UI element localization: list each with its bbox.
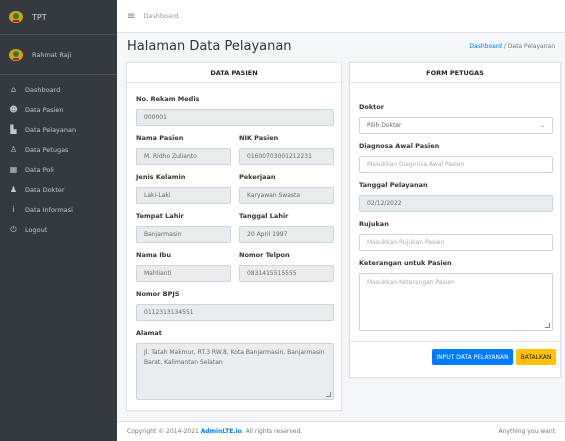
sidebar-item-logout[interactable]: ⏻ Logout <box>0 220 117 240</box>
sidebar-item-data-pasien[interactable]: ☻ Data Pasien <box>0 100 117 120</box>
job-field: Karyawan Swasta <box>239 187 334 204</box>
users-icon: ☻ <box>9 105 18 114</box>
brand-link[interactable]: TPT <box>0 0 117 35</box>
doctor-icon: ♟ <box>9 185 18 194</box>
sidebar-item-data-petugas[interactable]: ♙ Data Petugas <box>0 140 117 160</box>
birthplace-label: Tempat Lahir <box>136 212 184 220</box>
patient-note-label: Keterangan untuk Pasien <box>359 259 452 267</box>
brand-text: TPT <box>32 12 47 22</box>
chevron-down-icon: ⌄ <box>539 122 545 129</box>
mother-name-field: Mahlianti <box>136 265 231 282</box>
address-text: Jl. Tatah Makmur, RT.3 RW.8, Kota Banjar… <box>144 349 325 366</box>
gender-field: Laki-Laki <box>136 187 231 204</box>
breadcrumb-home-link[interactable]: Dashboard <box>469 43 502 50</box>
user-panel[interactable]: Rahmat Raji <box>0 35 117 75</box>
breadcrumb-current: Data Pelayanan <box>507 43 555 50</box>
sidebar-item-data-informasi[interactable]: i Data Informasi <box>0 200 117 220</box>
rm-field: 000001 <box>136 109 334 126</box>
copyright-text: Copyright © 2014-2021 AdminLTE.io. All r… <box>127 428 302 435</box>
phone-label: Nomor Telpon <box>239 251 290 259</box>
service-date-label: Tanggal Pelayanan <box>359 181 428 189</box>
user-name: Rahmat Raji <box>32 50 72 59</box>
birthdate-field: 20 April 1997 <box>239 226 334 243</box>
sidebar-item-label: Data Pelayanan <box>25 126 77 134</box>
top-navbar: ≡ Dashboard <box>117 0 565 33</box>
adminlte-link[interactable]: AdminLTE.io <box>201 428 242 435</box>
nik-label: NIK Pasien <box>239 134 279 142</box>
breadcrumb: Dashboard / Data Pelayanan <box>469 43 555 50</box>
diagnosis-label: Diagnosa Awal Pasien <box>359 142 440 150</box>
input-data-pelayanan-button[interactable]: INPUT DATA PELAYANAN <box>432 349 513 365</box>
content-header: Halaman Data Pelayanan Dashboard / Data … <box>117 33 565 60</box>
patient-name-label: Nama Pasien <box>136 134 184 142</box>
birthdate-label: Tanggal Lahir <box>239 212 289 220</box>
gender-label: Jenis Kelamin <box>136 173 186 181</box>
hospital-icon: ▦ <box>9 165 18 174</box>
topbar-dashboard-link[interactable]: Dashboard <box>143 12 178 20</box>
sidebar-item-label: Data Dokter <box>25 186 65 194</box>
job-label: Pekerjaan <box>239 173 276 181</box>
patient-data-card: DATA PASIEN No. Rekam Medis 000001 Nama … <box>126 62 342 411</box>
doctor-select-value: Pilih Dokter <box>367 122 402 129</box>
card-footer-divider <box>350 341 560 342</box>
bpjs-field: 0112313134551 <box>136 304 334 321</box>
sidebar-item-label: Data Pasien <box>25 106 64 114</box>
sidebar-nav: ⌂ Dashboard ☻ Data Pasien ▙ Data Pelayan… <box>0 75 117 240</box>
batalkan-button[interactable]: BATALKAN <box>516 349 556 365</box>
emblem-logo-icon <box>9 11 23 23</box>
user-emblem-icon <box>9 48 23 61</box>
power-icon: ⏻ <box>10 225 17 234</box>
referral-label: Rujukan <box>359 220 389 228</box>
sidebar-item-data-poli[interactable]: ▦ Data Poli <box>0 160 117 180</box>
mother-name-label: Nama Ibu <box>136 251 171 259</box>
sidebar-item-label: Data Informasi <box>25 206 73 214</box>
chart-icon: ▙ <box>10 125 17 134</box>
sidebar: TPT Rahmat Raji ⌂ Dashboard ☻ Data Pasie… <box>0 0 117 441</box>
sidebar-item-dashboard[interactable]: ⌂ Dashboard <box>0 80 117 100</box>
bpjs-label: Nomor BPJS <box>136 290 180 298</box>
address-field: Jl. Tatah Makmur, RT.3 RW.8, Kota Banjar… <box>136 343 334 400</box>
sidebar-item-label: Data Poli <box>25 166 54 174</box>
officer-form-card: FORM PETUGAS Doktor Pilih Dokter ⌄ Diagn… <box>349 62 561 378</box>
patient-card-title: DATA PASIEN <box>127 63 341 83</box>
resize-handle-icon[interactable] <box>326 392 331 397</box>
sidebar-item-data-dokter[interactable]: ♟ Data Dokter <box>0 180 117 200</box>
doctor-select[interactable]: Pilih Dokter ⌄ <box>359 117 553 134</box>
page-title: Halaman Data Pelayanan <box>127 39 292 54</box>
page-footer: Copyright © 2014-2021 AdminLTE.io. All r… <box>117 421 565 441</box>
info-icon: i <box>12 205 15 214</box>
rm-label: No. Rekam Medis <box>136 95 200 103</box>
user-icon: ♙ <box>9 145 18 154</box>
patient-note-placeholder: Masukkan Keterangan Pasien <box>367 279 455 286</box>
copyright-suffix: . All rights reserved. <box>241 428 303 435</box>
diagnosis-input[interactable]: Masukkan Diagnosa Awal Pasien <box>359 156 553 173</box>
footer-right-text: Anything you want <box>498 428 555 435</box>
copyright-prefix: Copyright © 2014-2021 <box>127 428 201 435</box>
menu-toggle-icon[interactable]: ≡ <box>127 11 135 22</box>
patient-note-textarea[interactable]: Masukkan Keterangan Pasien <box>359 273 553 331</box>
phone-field: 0831415515555 <box>239 265 334 282</box>
sidebar-item-label: Data Petugas <box>25 146 69 154</box>
sidebar-item-label: Logout <box>25 226 48 234</box>
home-icon: ⌂ <box>10 85 17 94</box>
nik-field: 01600703001212231 <box>239 148 334 165</box>
patient-name-field: M. Ridho Zulianto <box>136 148 231 165</box>
sidebar-item-label: Dashboard <box>25 86 61 94</box>
service-date-field: 02/12/2022 <box>359 195 553 212</box>
doctor-label: Doktor <box>359 103 384 111</box>
resize-handle-icon[interactable] <box>545 323 550 328</box>
officer-card-title: FORM PETUGAS <box>350 63 560 83</box>
referral-input[interactable]: Masukkan Rujukan Pasien <box>359 234 553 251</box>
address-label: Alamat <box>136 329 162 337</box>
birthplace-field: Banjarmasin <box>136 226 231 243</box>
sidebar-item-data-pelayanan[interactable]: ▙ Data Pelayanan <box>0 120 117 140</box>
